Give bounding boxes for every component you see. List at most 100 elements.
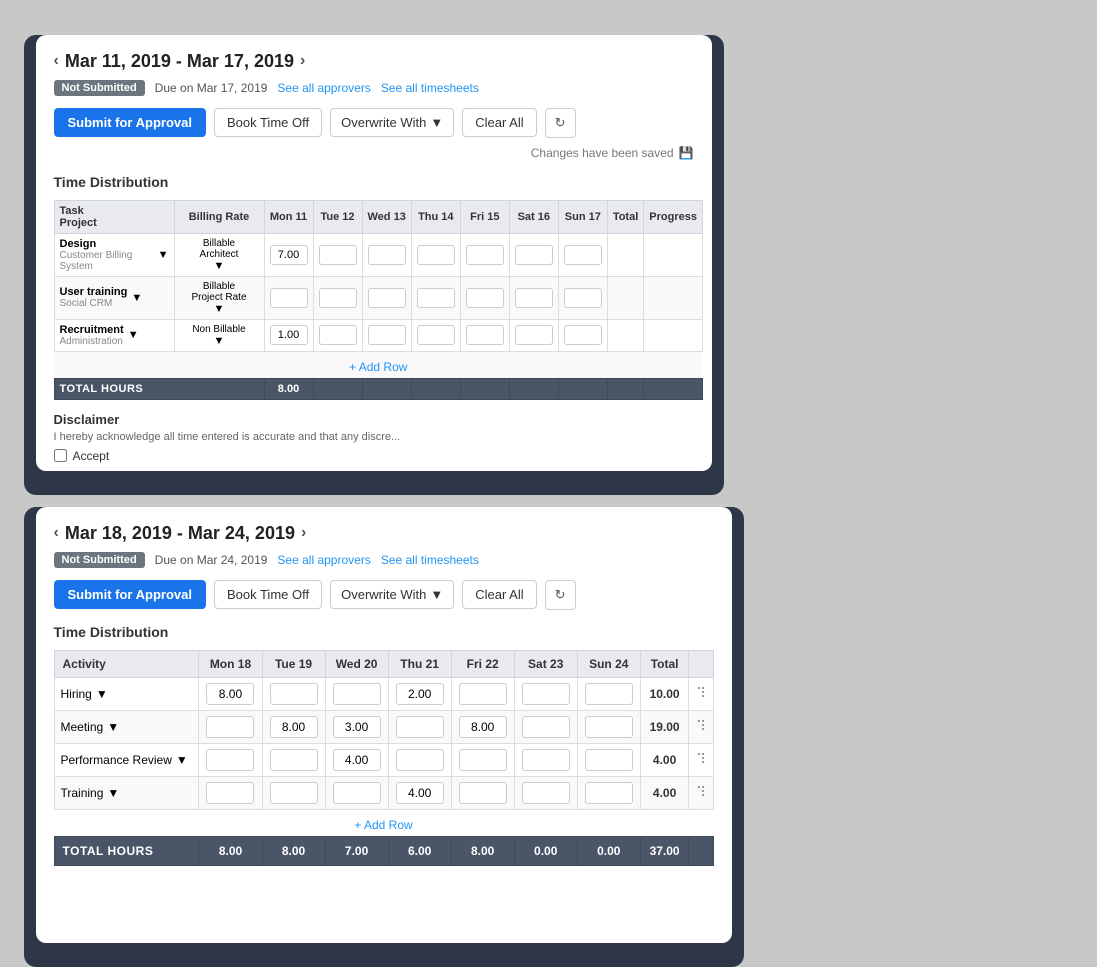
- front-row4-fri-input[interactable]: [459, 782, 507, 804]
- front-row2-wed-input[interactable]: [333, 716, 381, 738]
- front-submit-button[interactable]: Submit for Approval: [54, 580, 206, 609]
- front-row2-wed: [325, 710, 388, 743]
- back-row3-billing: Non Billable ▼: [174, 319, 264, 351]
- front-row3-remove-button[interactable]: ⠹: [696, 751, 706, 768]
- back-date-title: Mar 11, 2019 - Mar 17, 2019: [65, 51, 294, 72]
- front-clear-button[interactable]: Clear All: [462, 580, 536, 609]
- back-see-approvers-link[interactable]: See all approvers: [277, 81, 370, 95]
- front-row3-wed-input[interactable]: [333, 749, 381, 771]
- front-row1-fri-input[interactable]: [459, 683, 507, 705]
- front-row4-thu: [388, 776, 451, 809]
- back-add-row-link[interactable]: + Add Row: [349, 360, 407, 374]
- back-row1-sun-input[interactable]: [564, 245, 602, 265]
- back-total-wed: [362, 378, 411, 399]
- front-row4-wed-input[interactable]: [333, 782, 381, 804]
- front-row4-tue-input[interactable]: [270, 782, 318, 804]
- front-row2-tue-input[interactable]: [270, 716, 318, 738]
- front-row1-sat-input[interactable]: [522, 683, 570, 705]
- back-row3-fri-input[interactable]: [466, 325, 504, 345]
- back-row3-mon-input[interactable]: [270, 325, 308, 345]
- front-row4-thu-input[interactable]: [396, 782, 444, 804]
- back-row1-wed-input[interactable]: [368, 245, 406, 265]
- front-row3-sat: [514, 743, 577, 776]
- table-row: User training Social CRM ▼ BillableProje…: [54, 276, 702, 319]
- front-row4-remove-button[interactable]: ⠹: [696, 784, 706, 801]
- front-row2-sat-input[interactable]: [522, 716, 570, 738]
- back-col-thu14: Thu 14: [411, 200, 460, 233]
- front-row1-remove-button[interactable]: ⠹: [696, 685, 706, 702]
- back-row3-thu-input[interactable]: [417, 325, 455, 345]
- table-row: Design Customer Billing System ▼ Billabl…: [54, 233, 702, 276]
- back-time-table: TaskProject Billing Rate Mon 11 Tue 12 W…: [54, 200, 703, 400]
- back-row1-tue-input[interactable]: [319, 245, 357, 265]
- back-row3-total: [607, 319, 643, 351]
- back-total-label: TOTAL HOURS: [54, 378, 264, 399]
- back-total-row: TOTAL HOURS 8.00: [54, 378, 702, 399]
- front-row3-mon-input[interactable]: [206, 749, 254, 771]
- front-row1-thu-input[interactable]: [396, 683, 444, 705]
- back-see-timesheets-link[interactable]: See all timesheets: [381, 81, 479, 95]
- front-row3-sun-input[interactable]: [585, 749, 633, 771]
- front-row4-sat-input[interactable]: [522, 782, 570, 804]
- back-submit-button[interactable]: Submit for Approval: [54, 108, 206, 137]
- back-overwrite-button[interactable]: Overwrite With ▼: [330, 108, 454, 137]
- front-overwrite-button[interactable]: Overwrite With ▼: [330, 580, 454, 609]
- back-clear-all-button[interactable]: Clear All: [462, 108, 536, 137]
- front-see-timesheets-link[interactable]: See all timesheets: [381, 553, 479, 567]
- back-row2-mon-input[interactable]: [270, 288, 308, 308]
- front-row1-mon: [199, 677, 262, 710]
- back-col-task: TaskProject: [54, 200, 174, 233]
- back-row2-fri-input[interactable]: [466, 288, 504, 308]
- front-row2-fri-input[interactable]: [459, 716, 507, 738]
- back-row2-thu-input[interactable]: [417, 288, 455, 308]
- back-prev-arrow[interactable]: ‹: [54, 52, 59, 70]
- front-row4-mon-input[interactable]: [206, 782, 254, 804]
- back-row3-sun-input[interactable]: [564, 325, 602, 345]
- front-row3-sat-input[interactable]: [522, 749, 570, 771]
- back-row3-wed-input[interactable]: [368, 325, 406, 345]
- back-accept-row: Accept: [54, 449, 694, 463]
- front-next-arrow[interactable]: ›: [301, 524, 306, 542]
- back-row3-sat-input[interactable]: [515, 325, 553, 345]
- front-row3-tue-input[interactable]: [270, 749, 318, 771]
- front-row2-sun-input[interactable]: [585, 716, 633, 738]
- front-row1-wed-input[interactable]: [333, 683, 381, 705]
- back-accept-checkbox[interactable]: [54, 449, 67, 462]
- back-next-arrow[interactable]: ›: [300, 52, 305, 70]
- front-row2-remove: ⠹: [689, 710, 713, 743]
- back-row3-activity: Recruitment Administration ▼: [54, 319, 174, 351]
- front-row2-thu-input[interactable]: [396, 716, 444, 738]
- front-prev-arrow[interactable]: ‹: [54, 524, 59, 542]
- back-row1-fri-input[interactable]: [466, 245, 504, 265]
- front-row1-sun-input[interactable]: [585, 683, 633, 705]
- back-row2-sun-input[interactable]: [564, 288, 602, 308]
- front-row1-mon-input[interactable]: [206, 683, 254, 705]
- back-book-time-off-button[interactable]: Book Time Off: [214, 108, 322, 137]
- front-row4-sun-input[interactable]: [585, 782, 633, 804]
- back-row3-tue-input[interactable]: [319, 325, 357, 345]
- front-total-row: TOTAL HOURS 8.00 8.00 7.00 6.00 8.00 0.0…: [54, 836, 713, 865]
- back-row3-sun: [558, 319, 607, 351]
- front-row1-fri: [451, 677, 514, 710]
- back-row1-sat-input[interactable]: [515, 245, 553, 265]
- front-book-time-off-button[interactable]: Book Time Off: [214, 580, 322, 609]
- front-overwrite-chevron-icon: ▼: [430, 587, 443, 602]
- back-row2-sun: [558, 276, 607, 319]
- back-row1-thu-input[interactable]: [417, 245, 455, 265]
- back-row2-wed-input[interactable]: [368, 288, 406, 308]
- front-row3-thu-input[interactable]: [396, 749, 444, 771]
- back-row1-mon-input[interactable]: [270, 245, 308, 265]
- front-row2-remove-button[interactable]: ⠹: [696, 718, 706, 735]
- table-row: Training ▼ 4.00 ⠹: [54, 776, 713, 809]
- back-row2-tue-input[interactable]: [319, 288, 357, 308]
- front-row2-mon-input[interactable]: [206, 716, 254, 738]
- front-refresh-button[interactable]: ↻: [545, 580, 576, 610]
- front-see-approvers-link[interactable]: See all approvers: [277, 553, 370, 567]
- front-row1-tue-input[interactable]: [270, 683, 318, 705]
- back-refresh-button[interactable]: ↻: [545, 108, 576, 138]
- back-row2-sat-input[interactable]: [515, 288, 553, 308]
- front-row3-fri-input[interactable]: [459, 749, 507, 771]
- back-section-title: Time Distribution: [54, 174, 694, 190]
- back-due-text: Due on Mar 17, 2019: [155, 81, 268, 95]
- front-add-row-link[interactable]: + Add Row: [354, 818, 412, 832]
